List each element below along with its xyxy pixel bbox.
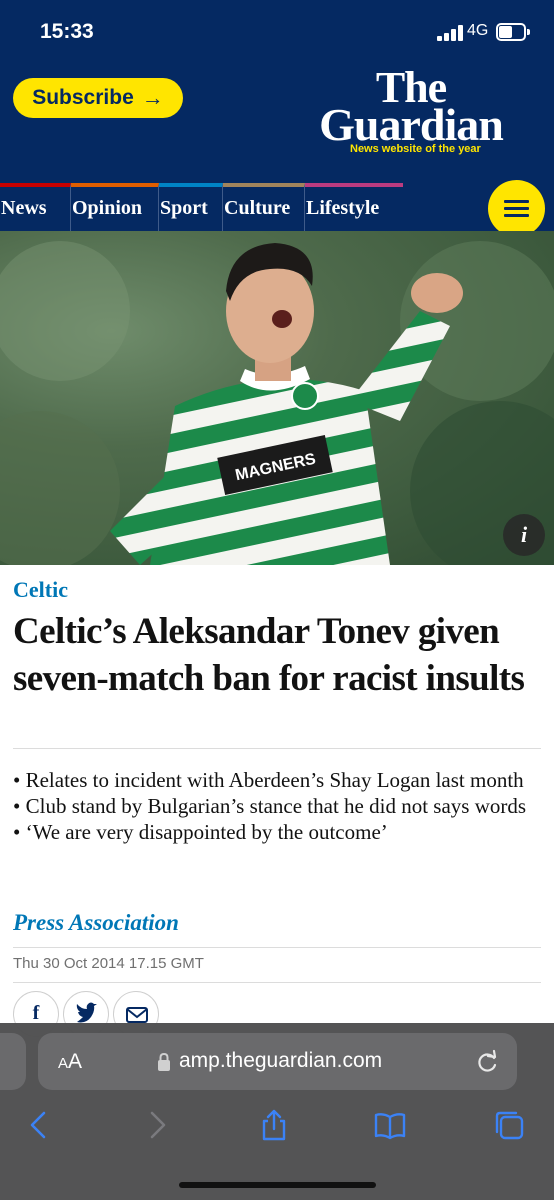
divider [13, 947, 541, 948]
article-dateline: Thu 30 Oct 2014 17.15 GMT [13, 955, 204, 972]
divider [13, 748, 541, 749]
battery-icon [496, 23, 530, 41]
standfirst-item: • ‘We are very disappointed by the outco… [13, 820, 388, 844]
nav-item-lifestyle[interactable]: Lifestyle [305, 183, 403, 231]
network-label: 4G [467, 22, 489, 39]
article-headline: Celtic’s Aleksandar Tonev given seven-ma… [13, 611, 525, 699]
text-size-button[interactable]: AA [58, 1050, 82, 1074]
arrow-right-icon: → [141, 85, 164, 110]
logo-tagline: News website of the year [350, 143, 481, 155]
subscribe-button[interactable]: Subscribe → [13, 78, 183, 118]
previous-tab-preview[interactable] [0, 1033, 26, 1090]
signal-icon [437, 25, 463, 41]
nav-item-opinion[interactable]: Opinion [71, 183, 159, 231]
article-standfirst: • Relates to incident with Aberdeen’s Sh… [13, 767, 543, 845]
nav-item-culture[interactable]: Culture [223, 183, 305, 231]
forward-icon[interactable] [140, 1108, 174, 1142]
status-bar: 15:33 4G [0, 0, 554, 62]
subscribe-label: Subscribe [32, 86, 134, 109]
article-byline[interactable]: Press Association [13, 910, 179, 936]
standfirst-item: • Relates to incident with Aberdeen’s Sh… [13, 768, 524, 792]
hero-image: MAGNERS [0, 231, 554, 565]
menu-button[interactable] [488, 180, 545, 237]
back-icon[interactable] [22, 1108, 56, 1142]
status-time: 15:33 [40, 20, 94, 43]
logo-line-guardian: Guardian [319, 99, 504, 150]
standfirst-item: • Club stand by Bulgarian’s stance that … [13, 794, 527, 818]
url-text[interactable]: amp.theguardian.com [179, 1049, 382, 1073]
section-nav: News Opinion Sport Culture Lifestyle [0, 183, 554, 231]
image-info-button[interactable]: i [503, 514, 545, 556]
nav-item-sport[interactable]: Sport [159, 183, 223, 231]
home-indicator [179, 1182, 376, 1188]
reload-icon[interactable] [474, 1049, 500, 1075]
text-size-big: A [68, 1050, 83, 1073]
bookmarks-icon[interactable] [373, 1108, 407, 1142]
section-kicker[interactable]: Celtic [13, 577, 68, 603]
lock-icon [158, 1052, 170, 1071]
player-photo: MAGNERS [0, 241, 554, 565]
text-size-small: A [58, 1055, 69, 1072]
share-icon[interactable] [257, 1108, 291, 1142]
tabs-icon[interactable] [492, 1108, 526, 1142]
nav-item-news[interactable]: News [0, 183, 71, 231]
facebook-icon: f [32, 1002, 40, 1024]
divider [13, 982, 541, 983]
